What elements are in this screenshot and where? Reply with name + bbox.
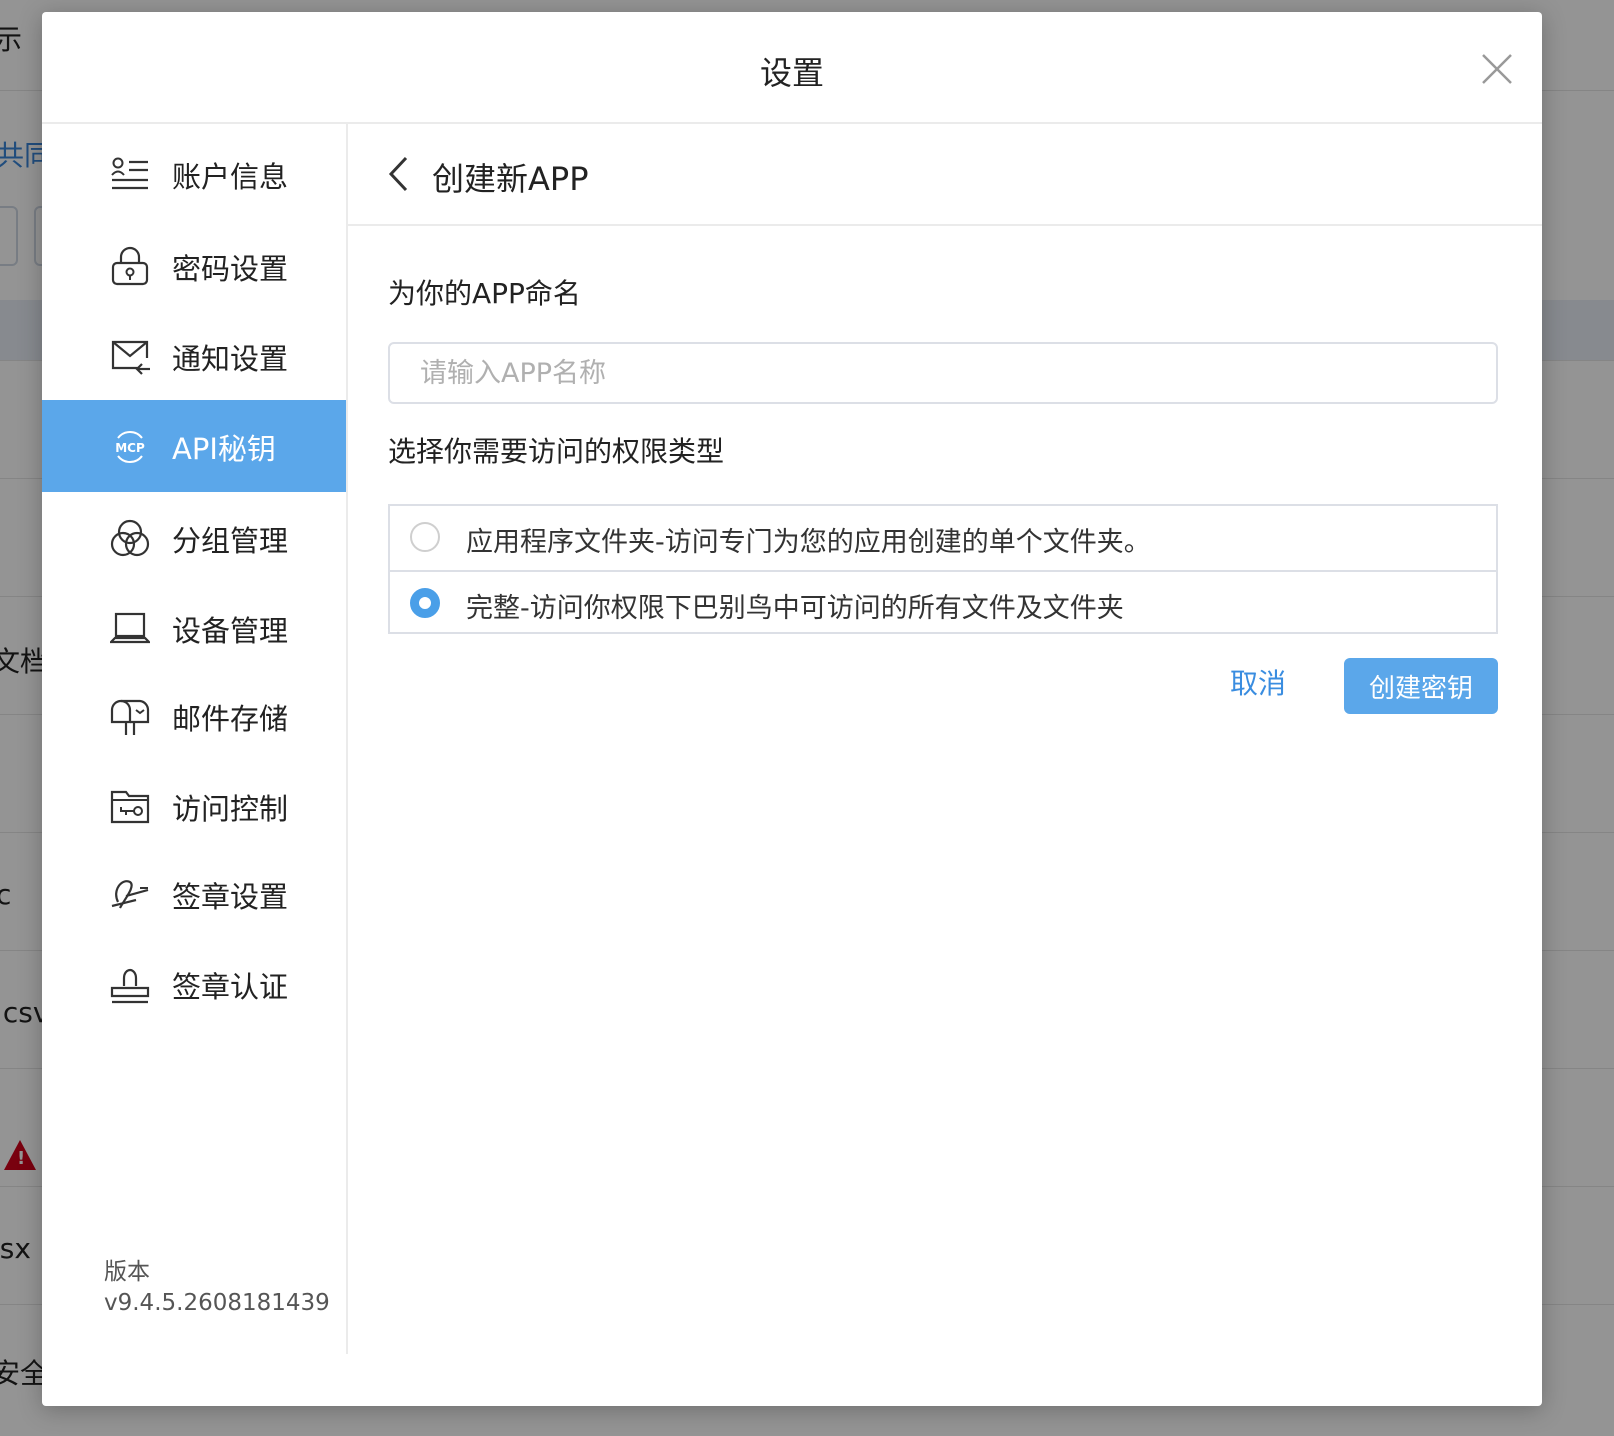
folder-key-icon xyxy=(110,790,150,824)
mcp-icon: MCP xyxy=(115,431,145,463)
app-name-input[interactable] xyxy=(388,342,1498,404)
back-chevron-icon[interactable] xyxy=(386,154,410,194)
settings-sidebar: 账户信息 密码设置 通知设置 MCP API秘钥 分组管理 设备管理 邮件存储 … xyxy=(42,124,348,1354)
sidebar-item-label: 设备管理 xyxy=(172,614,289,648)
group-circles-icon xyxy=(110,519,150,557)
sidebar-item-access-control[interactable]: 访问控制 xyxy=(42,760,346,852)
sidebar-item-label: 通知设置 xyxy=(172,342,289,376)
content-panel: 创建新APP 为你的APP命名 选择你需要访问的权限类型 应用程序文件夹-访问专… xyxy=(348,124,1542,1354)
sidebar-item-label: 访问控制 xyxy=(172,792,289,826)
sidebar-item-label: 邮件存储 xyxy=(172,702,289,736)
sidebar-item-label: 签章设置 xyxy=(172,880,289,914)
laptop-icon xyxy=(110,612,150,644)
sidebar-item-mail-storage[interactable]: 邮件存储 xyxy=(42,670,346,762)
sidebar-item-device[interactable]: 设备管理 xyxy=(42,582,346,674)
close-icon xyxy=(1482,54,1512,84)
radio-button[interactable] xyxy=(410,522,440,552)
create-key-button[interactable]: 创建密钥 xyxy=(1344,658,1498,714)
svg-text:MCP: MCP xyxy=(115,441,145,455)
version-label: 版本 xyxy=(104,1259,150,1285)
mailbox-icon xyxy=(110,699,150,735)
mail-notify-icon xyxy=(111,340,150,375)
stamp-icon xyxy=(110,968,150,1004)
modal-title: 设置 xyxy=(759,54,824,92)
sidebar-item-account-info[interactable]: 账户信息 xyxy=(42,128,346,220)
permission-option-full[interactable]: 完整-访问你权限下巴别鸟中可访问的所有文件及文件夹 xyxy=(390,572,1496,636)
modal-header: 设置 xyxy=(42,12,1542,124)
sidebar-item-label: API秘钥 xyxy=(172,432,276,466)
sidebar-item-label: 分组管理 xyxy=(172,524,289,558)
app-name-label: 为你的APP命名 xyxy=(388,277,581,310)
cancel-button[interactable]: 取消 xyxy=(1230,662,1286,702)
permission-option-label: 完整-访问你权限下巴别鸟中可访问的所有文件及文件夹 xyxy=(466,593,1124,624)
permission-radio-group: 应用程序文件夹-访问专门为您的应用创建的单个文件夹。 完整-访问你权限下巴别鸟中… xyxy=(388,504,1498,634)
close-button[interactable] xyxy=(1480,52,1514,86)
sidebar-item-label: 密码设置 xyxy=(172,252,289,286)
account-info-icon xyxy=(111,157,148,190)
sidebar-item-signature-settings[interactable]: 签章设置 xyxy=(42,848,346,940)
sidebar-item-group[interactable]: 分组管理 xyxy=(42,492,346,584)
lock-icon xyxy=(111,246,149,286)
sidebar-item-signature-auth[interactable]: 签章认证 xyxy=(42,938,346,1030)
version-value: v9.4.5.2608181439 xyxy=(104,1290,330,1316)
sidebar-item-label: 签章认证 xyxy=(172,970,289,1004)
content-header: 创建新APP xyxy=(348,124,1542,226)
signature-icon xyxy=(111,880,149,909)
sidebar-item-notification[interactable]: 通知设置 xyxy=(42,310,346,402)
sidebar-item-api-key[interactable]: MCP API秘钥 xyxy=(42,400,346,492)
sidebar-item-password[interactable]: 密码设置 xyxy=(42,220,346,312)
sidebar-item-label: 账户信息 xyxy=(172,160,289,194)
permission-option-app-folder[interactable]: 应用程序文件夹-访问专门为您的应用创建的单个文件夹。 xyxy=(390,506,1496,572)
permission-type-label: 选择你需要访问的权限类型 xyxy=(388,435,725,468)
permission-option-label: 应用程序文件夹-访问专门为您的应用创建的单个文件夹。 xyxy=(466,527,1151,558)
page-title: 创建新APP xyxy=(432,160,589,198)
radio-button-checked[interactable] xyxy=(410,588,440,618)
settings-modal: 设置 账户信息 密码设置 通知设置 MCP API秘钥 分组管理 设备管理 邮件… xyxy=(42,12,1542,1406)
